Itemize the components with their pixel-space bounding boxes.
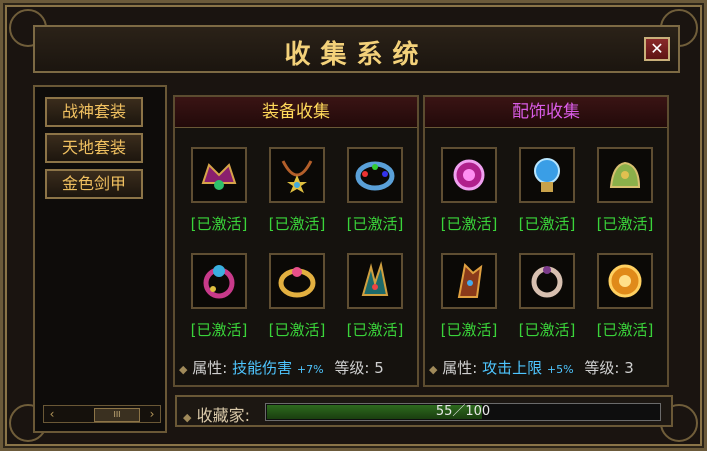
diamond-icon: ◆	[179, 363, 188, 376]
level-label: 等级:	[584, 359, 620, 377]
dragon-claw-icon[interactable]	[347, 253, 403, 309]
slot-status: [已激活]	[518, 215, 576, 233]
equipment-attribute-row: ◆ 属性: 技能伤害 +7% 等级: 5	[179, 357, 384, 381]
collector-progress: ◆ 收藏家: 55／100	[175, 395, 673, 427]
sidebar-item-tiandi[interactable]: 天地套装	[45, 133, 143, 163]
blue-crystal-icon[interactable]	[519, 147, 575, 203]
equipment-collection-title: 装备收集	[175, 97, 417, 128]
level-value: 3	[624, 359, 634, 377]
slot-status: [已激活]	[440, 215, 498, 233]
equipment-collection-panel: 装备收集 [已激活] [已激活] [已激活] [已激活] [已激活] [已激活]	[173, 95, 419, 387]
close-button[interactable]: ✕	[644, 37, 670, 61]
slot-status: [已激活]	[190, 215, 248, 233]
slot-status: [已激活]	[440, 321, 498, 339]
sidebar-item-zhanshen[interactable]: 战神套装	[45, 97, 143, 127]
slot-status: [已激活]	[596, 321, 654, 339]
progress-text: 55／100	[435, 404, 491, 419]
slot-status: [已激活]	[346, 215, 404, 233]
level-label: 等级:	[334, 359, 370, 377]
diamond-icon: ◆	[183, 411, 192, 424]
diamond-icon: ◆	[429, 363, 438, 376]
attr-label: 属性:	[192, 359, 228, 377]
bone-ring-icon[interactable]	[519, 253, 575, 309]
slot-status: [已激活]	[596, 215, 654, 233]
purple-orb-icon[interactable]	[441, 147, 497, 203]
close-icon: ✕	[650, 39, 664, 58]
jade-beast-icon[interactable]	[597, 147, 653, 203]
slot-status: [已激活]	[518, 321, 576, 339]
flame-tome-icon[interactable]	[441, 253, 497, 309]
scroll-right-icon[interactable]: ›	[145, 407, 159, 421]
attr-label: 属性:	[442, 359, 478, 377]
attr-value: 技能伤害	[232, 359, 293, 377]
attr-value: 攻击上限	[482, 359, 543, 377]
jeweled-bracelet-icon[interactable]	[347, 147, 403, 203]
attr-bonus: +5%	[546, 363, 574, 376]
gold-ring-icon[interactable]	[269, 253, 325, 309]
attr-bonus: +7%	[296, 363, 324, 376]
golden-emblem-icon[interactable]	[597, 253, 653, 309]
collector-label: ◆ 收藏家:	[183, 402, 250, 426]
slot-status: [已激活]	[190, 321, 248, 339]
sidebar: 战神套装 天地套装 金色剑甲 ‹ III ›	[33, 85, 167, 433]
collector-label-text: 收藏家:	[196, 406, 250, 425]
gem-ring-icon[interactable]	[191, 253, 247, 309]
window-title: 收集系统	[284, 40, 429, 70]
sidebar-scrollbar[interactable]: ‹ III ›	[43, 405, 161, 423]
star-necklace-icon[interactable]	[269, 147, 325, 203]
wing-crown-icon[interactable]	[191, 147, 247, 203]
sidebar-item-jinse[interactable]: 金色剑甲	[45, 169, 143, 199]
accessory-collection-panel: 配饰收集 [已激活] [已激活] [已激活] [已激活] [已激活] [已激活]	[423, 95, 669, 387]
scroll-thumb[interactable]: III	[94, 408, 140, 422]
slot-status: [已激活]	[268, 215, 326, 233]
scroll-left-icon[interactable]: ‹	[45, 407, 59, 421]
accessory-attribute-row: ◆ 属性: 攻击上限 +5% 等级: 3	[429, 357, 634, 381]
collection-window: 收集系统 ✕ 战神套装 天地套装 金色剑甲 ‹ III › 装备收集 [已激活]…	[0, 0, 707, 451]
collector-progress-bar: 55／100	[265, 403, 661, 421]
title-bar: 收集系统 ✕	[33, 25, 680, 73]
accessory-collection-title: 配饰收集	[425, 97, 667, 128]
slot-status: [已激活]	[268, 321, 326, 339]
level-value: 5	[374, 359, 384, 377]
slot-status: [已激活]	[346, 321, 404, 339]
